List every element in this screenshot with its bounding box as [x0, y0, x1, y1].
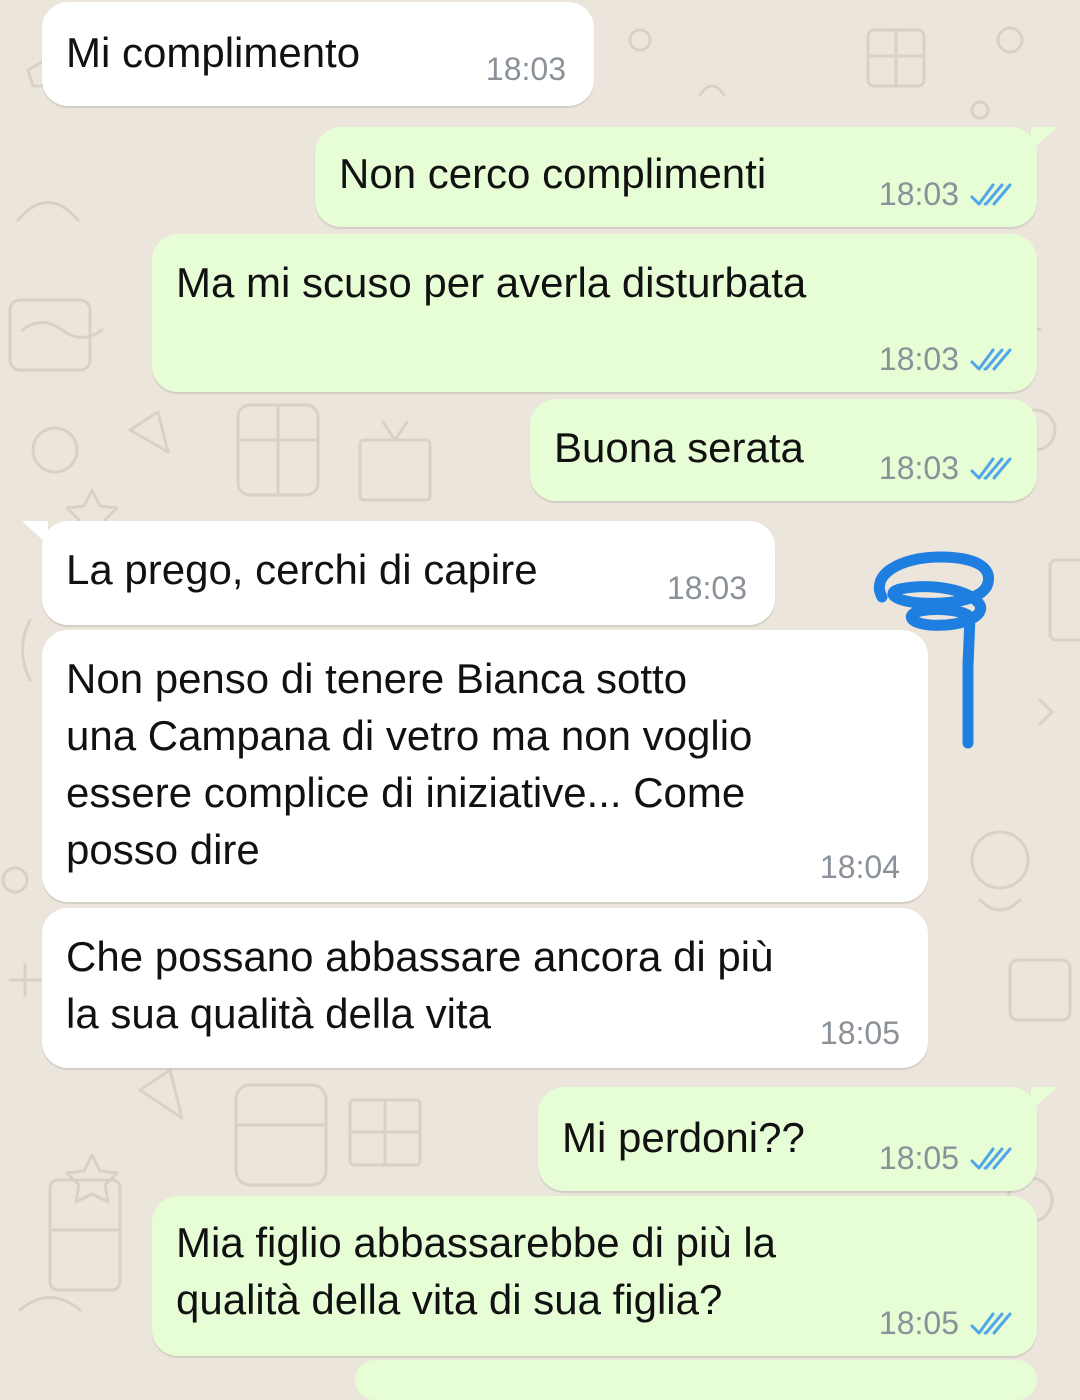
message-time: 18:05 — [878, 1140, 959, 1176]
message-text: Ma mi scuso per averla disturbata — [176, 259, 807, 306]
hand-drawn-annotation — [873, 551, 995, 749]
message-meta: 18:03 — [486, 51, 566, 88]
message-time: 18:03 — [666, 570, 747, 606]
message-bubble-outgoing[interactable]: Non cerco complimenti 18:03 — [315, 127, 1057, 227]
message-time: 18:03 — [878, 176, 959, 212]
message-bubble-outgoing[interactable]: Mia figlio abbassarebbe di più la qualit… — [152, 1196, 1037, 1356]
message-time: 18:05 — [878, 1305, 959, 1341]
message-bubble-outgoing[interactable]: Buona serata 18:03 — [530, 399, 1037, 501]
double-check-icon — [970, 183, 1012, 205]
double-check-icon — [970, 1147, 1012, 1169]
message-bubble-incoming[interactable]: Che possano abbassare ancora di più la s… — [42, 908, 928, 1068]
message-time: 18:05 — [819, 1015, 900, 1051]
message-time: 18:03 — [485, 51, 566, 87]
message-time: 18:04 — [819, 849, 900, 885]
bubble-tail — [1031, 1087, 1057, 1111]
message-text: Che possano abbassare ancora di più la s… — [66, 933, 774, 1037]
message-text: La prego, cerchi di capire — [66, 546, 538, 593]
bubble-tail — [1031, 127, 1057, 151]
message-bubble-incoming[interactable]: La prego, cerchi di capire 18:03 — [22, 521, 775, 625]
message-text: Mia figlio abbassarebbe di più la qualit… — [176, 1219, 777, 1323]
message-text: Non penso di tenere Bianca sotto una Cam… — [66, 655, 753, 873]
message-bubble-outgoing[interactable]: Mi perdoni?? 18:05 — [538, 1087, 1057, 1191]
message-bubble-incoming[interactable]: Mi complimento 18:03 — [42, 2, 594, 106]
message-meta: 18:05 — [879, 1140, 1015, 1177]
double-check-icon — [970, 348, 1012, 370]
message-meta: 18:03 — [879, 450, 1015, 487]
message-bubble-outgoing-partial — [355, 1360, 1037, 1400]
message-time: 18:03 — [878, 341, 959, 377]
bubble-tail — [22, 521, 48, 545]
double-check-icon — [970, 1312, 1012, 1334]
message-meta: 18:03 — [667, 570, 747, 607]
message-text: Mi complimento — [66, 29, 361, 76]
message-meta: 18:04 — [820, 849, 900, 886]
message-text: Non cerco complimenti — [339, 150, 767, 197]
message-bubble-outgoing[interactable]: Ma mi scuso per averla disturbata 18:03 — [152, 234, 1037, 392]
message-time: 18:03 — [878, 450, 959, 486]
message-meta: 18:05 — [879, 1305, 1015, 1342]
message-text: Mi perdoni?? — [562, 1114, 805, 1161]
message-text: Buona serata — [554, 424, 804, 471]
message-meta: 18:03 — [879, 341, 1015, 378]
message-meta: 18:05 — [820, 1015, 900, 1052]
message-meta: 18:03 — [879, 176, 1015, 213]
double-check-icon — [970, 457, 1012, 479]
message-bubble-incoming[interactable]: Non penso di tenere Bianca sotto una Cam… — [42, 630, 928, 902]
